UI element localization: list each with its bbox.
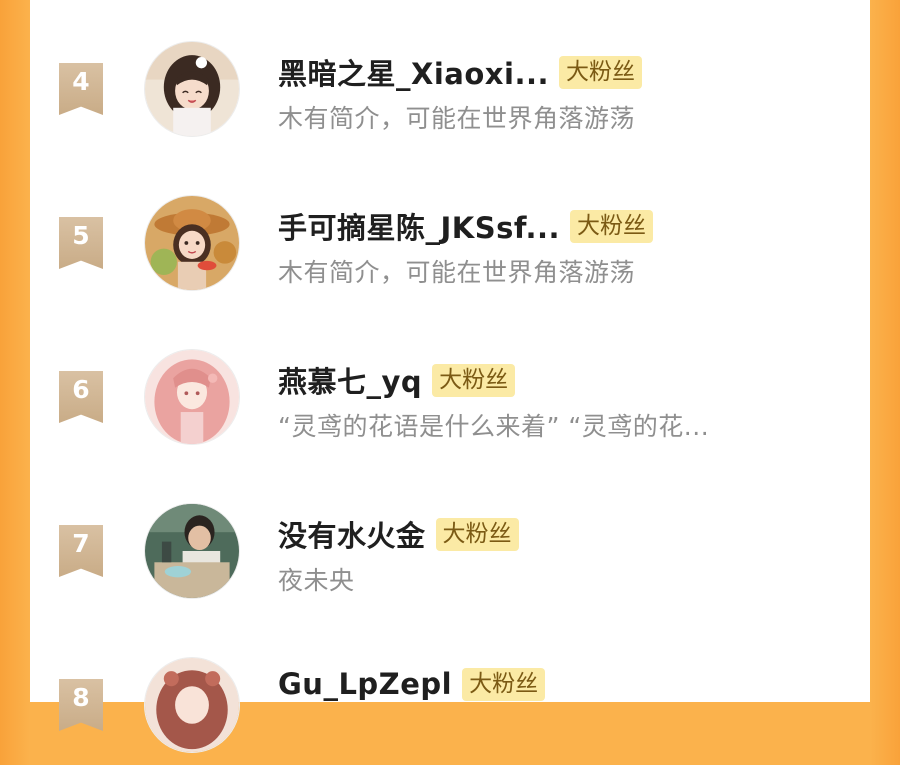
list-item[interactable]: 8 Gu_LpZepl 大粉丝 — [30, 645, 870, 765]
list-item[interactable]: 7 没有水火金 大粉丝 夜未央 — [30, 491, 870, 611]
rank-tag: 6 — [59, 371, 103, 423]
fan-bio: 夜未央 — [278, 566, 355, 595]
boy-photo-avatar-icon — [145, 504, 239, 598]
fan-level-badge: 大粉丝 — [570, 209, 653, 243]
fan-bio: 木有简介，可能在世界角落游荡 — [278, 104, 636, 133]
fan-level-badge: 大粉丝 — [462, 667, 546, 701]
girl-avatar-icon — [145, 42, 239, 136]
list-item[interactable]: 6 燕慕七_yq 大粉丝 “灵鸢的花语是什么来着” “灵鸢的花... — [30, 337, 870, 457]
list-item[interactable]: 5 手可摘星陈_JKSsf... 大粉丝 木有简介，可能在世界角落游荡 — [30, 183, 870, 303]
rank-tag: 4 — [59, 63, 103, 115]
fan-name[interactable]: 手可摘星陈_JKSsf... — [278, 205, 560, 247]
pink-hair-avatar-icon — [145, 350, 239, 444]
fan-name[interactable]: Gu_LpZepl — [278, 667, 452, 701]
avatar[interactable] — [144, 195, 240, 291]
avatar[interactable] — [144, 503, 240, 599]
fan-level-badge: 大粉丝 — [435, 517, 519, 551]
brown-hair-avatar-icon — [145, 658, 239, 752]
fan-name[interactable]: 黑暗之星_Xiaoxi... — [278, 51, 549, 93]
fan-name[interactable]: 没有水火金 — [278, 513, 426, 555]
fan-ranking-list: 4 黑暗之星_Xiaoxi... 大粉丝 木有简介，可能在世界角落游荡 5 手可… — [30, 0, 870, 753]
list-item[interactable]: 4 黑暗之星_Xiaoxi... 大粉丝 木有简介，可能在世界角落游荡 — [30, 29, 870, 149]
fan-bio: 木有简介，可能在世界角落游荡 — [278, 258, 636, 287]
rank-tag: 5 — [59, 217, 103, 269]
fan-level-badge: 大粉丝 — [559, 55, 642, 89]
fan-name[interactable]: 燕慕七_yq — [278, 359, 422, 401]
girl-straw-hat-avatar-icon — [145, 196, 239, 290]
rank-tag: 8 — [59, 679, 103, 731]
avatar[interactable] — [144, 41, 240, 137]
rank-tag: 7 — [59, 525, 103, 577]
fan-bio: “灵鸢的花语是什么来着” “灵鸢的花... — [278, 412, 710, 441]
avatar[interactable] — [144, 657, 240, 753]
avatar[interactable] — [144, 349, 240, 445]
fan-level-badge: 大粉丝 — [432, 363, 516, 397]
